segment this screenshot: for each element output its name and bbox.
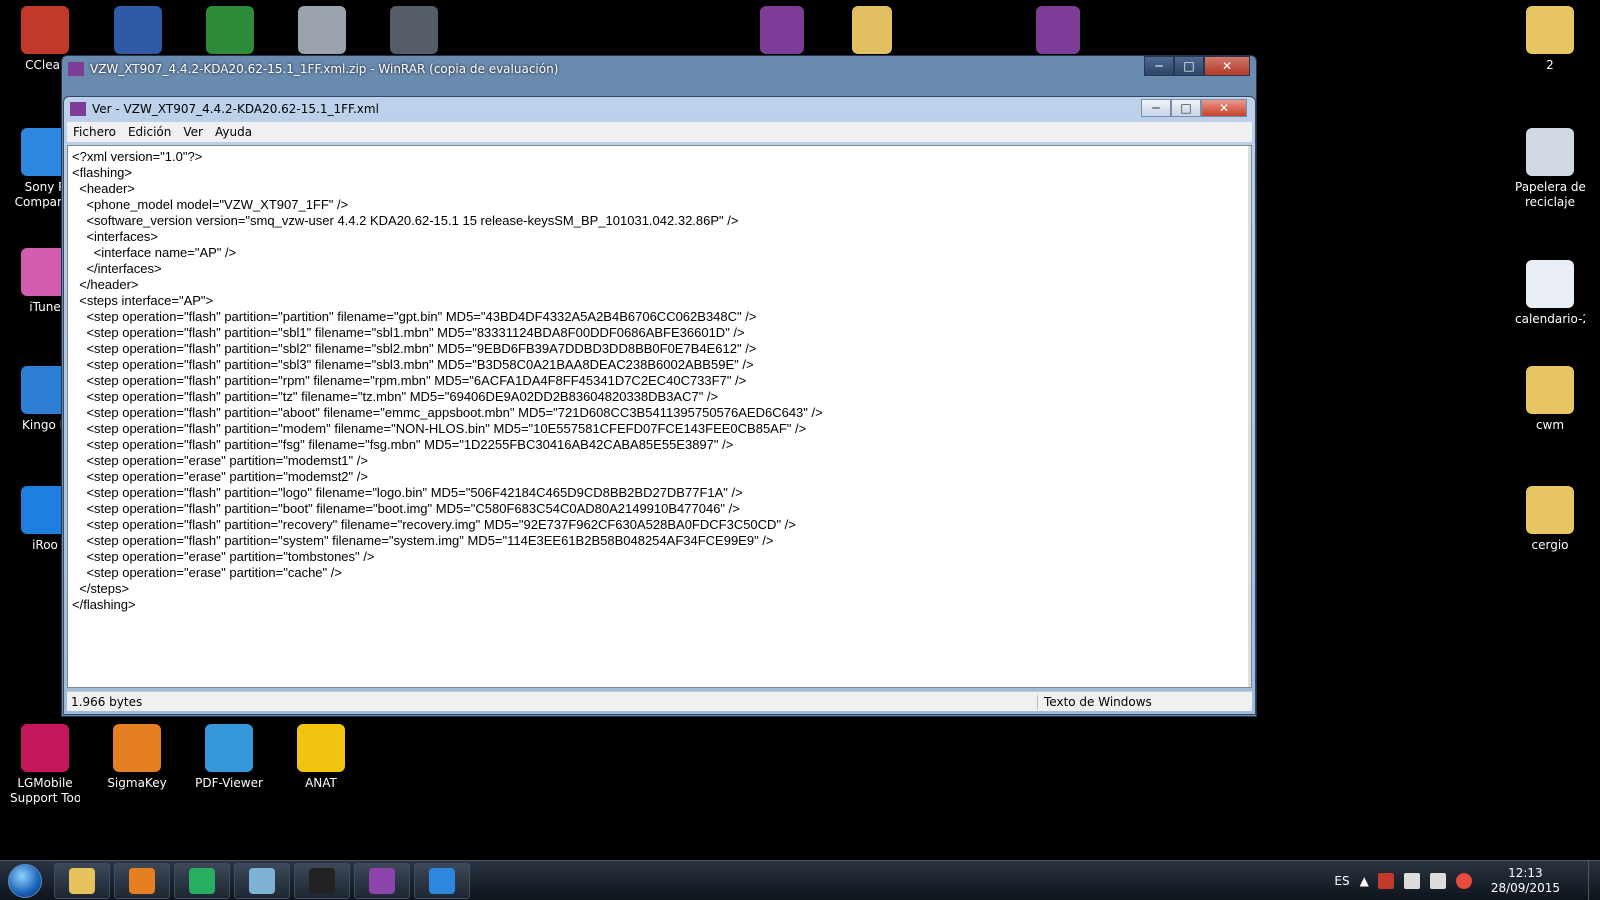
r-app-icon[interactable]	[114, 6, 162, 54]
viewer-close-button[interactable]: ✕	[1201, 99, 1247, 117]
status-file-size: 1.966 bytes	[71, 694, 143, 709]
app-icon	[1526, 260, 1574, 308]
flash-app-icon[interactable]	[390, 6, 438, 54]
app-icon	[297, 724, 345, 772]
app-icon	[205, 724, 253, 772]
media-icon	[129, 867, 155, 894]
tray-expand-icon[interactable]: ▲	[1360, 874, 1369, 888]
desktop-icon-desktop_bottom[interactable]: SigmaKey	[102, 724, 172, 791]
text-content-area[interactable]: <?xml version="1.0"?> <flashing> <header…	[67, 145, 1252, 688]
explorer-icon	[69, 867, 95, 894]
winrar-title: VZW_XT907_4.4.2-KDA20.62-15.1_1FF.xml.zi…	[90, 62, 559, 76]
clock[interactable]: 12:13 28/09/2015	[1491, 866, 1560, 896]
taskbar-button-cmd[interactable]	[294, 862, 350, 899]
app-icon	[1526, 128, 1574, 176]
app-icon	[1526, 366, 1574, 414]
winrar-close-button[interactable]: ✕	[1204, 56, 1250, 76]
language-indicator[interactable]: ES	[1334, 874, 1349, 888]
show-desktop-button[interactable]	[1588, 861, 1600, 900]
desktop-icon-desktop_right[interactable]: Papelera de reciclaje	[1515, 128, 1585, 210]
desktop-icon-label: cwm	[1535, 418, 1565, 432]
viewer-title: Ver - VZW_XT907_4.4.2-KDA20.62-15.1_1FF.…	[92, 102, 379, 116]
taskbar: ES ▲ 12:13 28/09/2015	[0, 860, 1600, 900]
desktop-icon-desktop_bottom[interactable]: PDF-Viewer	[194, 724, 264, 791]
desktop-icon-label: PDF-Viewer	[195, 776, 263, 790]
viewer-menubar: Fichero Edición Ver Ayuda	[67, 122, 1252, 142]
menu-ayuda[interactable]: Ayuda	[209, 125, 258, 139]
desktop-icon-desktop_right[interactable]: calendario-201...	[1515, 260, 1585, 327]
viewer-titlebar[interactable]: Ver - VZW_XT907_4.4.2-KDA20.62-15.1_1FF.…	[64, 97, 1255, 121]
folder-icon[interactable]	[852, 6, 892, 54]
menu-ver[interactable]: Ver	[177, 125, 209, 139]
menu-edicion[interactable]: Edición	[122, 125, 177, 139]
winrar-minimize-button[interactable]: ─	[1144, 56, 1174, 76]
xml-text[interactable]: <?xml version="1.0"?> <flashing> <header…	[68, 146, 1251, 616]
desktop-icon-desktop_right[interactable]: cwm	[1515, 366, 1585, 433]
app-icon	[113, 724, 161, 772]
desktop-icon-label: ANAT	[305, 776, 337, 790]
chat-icon	[429, 867, 455, 894]
winrar-icon	[369, 867, 395, 894]
app-icon	[1526, 6, 1574, 54]
winrar-archive-icon[interactable]	[760, 6, 804, 54]
network-icon[interactable]	[1403, 873, 1420, 889]
app-icon	[1526, 486, 1574, 534]
start-button[interactable]	[0, 861, 50, 900]
taskbar-button-chrome[interactable]	[174, 862, 230, 899]
desktop-icon-label: Papelera de reciclaje	[1515, 180, 1585, 209]
taskbar-button-explorer[interactable]	[54, 862, 110, 899]
winrar-archive-icon[interactable]	[1036, 6, 1080, 54]
usb-app-icon[interactable]	[298, 6, 346, 54]
viewer-app-icon	[70, 102, 86, 116]
chrome-icon	[189, 867, 215, 894]
app-icon	[21, 724, 69, 772]
desktop-icon-label: SigmaKey	[107, 776, 167, 790]
status-bar: 1.966 bytes Texto de Windows	[67, 691, 1252, 711]
action-center-icon[interactable]	[1377, 873, 1394, 889]
windows-orb-icon	[8, 863, 42, 898]
desktop-icon-desktop_bottom[interactable]: ANAT	[286, 724, 356, 791]
clock-date: 28/09/2015	[1490, 881, 1560, 895]
mega-icon[interactable]	[1455, 873, 1472, 889]
taskbar-button-chat[interactable]	[414, 862, 470, 899]
cmd-icon	[309, 867, 335, 894]
viewer-minimize-button[interactable]: ─	[1141, 99, 1171, 117]
winrar-titlebar[interactable]: VZW_XT907_4.4.2-KDA20.62-15.1_1FF.xml.zi…	[62, 56, 1256, 82]
desktop-icon-label: cergio	[1531, 538, 1569, 552]
green-app-icon[interactable]	[206, 6, 254, 54]
desktop-icon-desktop_right[interactable]: cergio	[1515, 486, 1585, 553]
clock-time: 12:13	[1508, 866, 1543, 880]
desktop-icon-label: LGMobile Support Tool	[10, 776, 80, 805]
desktop-icon-desktop_right[interactable]: 2	[1515, 6, 1585, 73]
status-encoding: Texto de Windows	[1037, 694, 1252, 709]
winrar-app-icon	[68, 62, 84, 76]
viewer-window[interactable]: Ver - VZW_XT907_4.4.2-KDA20.62-15.1_1FF.…	[63, 96, 1256, 715]
menu-fichero[interactable]: Fichero	[67, 125, 122, 139]
taskbar-button-winrar[interactable]	[354, 862, 410, 899]
desktop-icon-label: calendario-201...	[1515, 312, 1585, 326]
taskbar-button-notes[interactable]	[234, 862, 290, 899]
winrar-maximize-button[interactable]: □	[1174, 56, 1204, 76]
volume-icon[interactable]	[1429, 873, 1446, 889]
system-tray: ES ▲ 12:13 28/09/2015	[1334, 861, 1560, 900]
desktop-icon-desktop_bottom[interactable]: LGMobile Support Tool	[10, 724, 80, 806]
vertical-scrollbar[interactable]	[1248, 146, 1251, 687]
desktop-icon-label: 2	[1546, 58, 1554, 72]
notes-icon	[249, 867, 275, 894]
viewer-maximize-button[interactable]: □	[1171, 99, 1201, 117]
app-icon	[21, 6, 69, 54]
taskbar-button-media[interactable]	[114, 862, 170, 899]
